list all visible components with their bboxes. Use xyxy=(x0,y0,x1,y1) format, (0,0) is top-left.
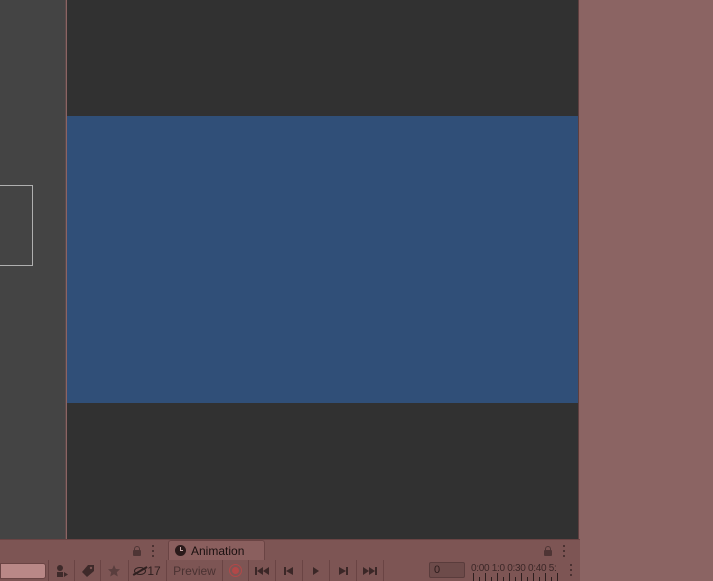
camera-view-rect xyxy=(67,116,578,403)
next-key-icon xyxy=(339,566,348,575)
selection-outline xyxy=(0,185,33,266)
search-input[interactable] xyxy=(0,563,46,579)
last-key-button[interactable] xyxy=(357,560,384,581)
bottom-toolbar: 17 Animation Preview 0 0:00 1:0 0:30 0:4… xyxy=(0,539,580,581)
last-key-icon xyxy=(363,566,377,575)
lock-icon[interactable] xyxy=(543,546,553,556)
prev-key-button[interactable] xyxy=(276,560,303,581)
tab-animation[interactable]: Animation xyxy=(168,540,265,560)
next-key-button[interactable] xyxy=(330,560,357,581)
first-key-button[interactable] xyxy=(249,560,276,581)
hidden-count-label: 17 xyxy=(147,563,161,578)
frame-input[interactable]: 0 xyxy=(429,562,465,578)
more-options-icon[interactable] xyxy=(569,564,573,576)
record-icon xyxy=(229,564,242,577)
prev-key-icon xyxy=(284,566,293,575)
timeline-ruler[interactable]: 0:00 1:0 0:30 0:40 5: xyxy=(471,560,567,581)
more-options-icon[interactable] xyxy=(562,545,566,557)
scene-visibility-icon[interactable] xyxy=(48,560,74,581)
hierarchy-header xyxy=(0,540,166,560)
star-icon[interactable] xyxy=(100,560,126,581)
more-options-icon[interactable] xyxy=(151,545,155,557)
clock-icon xyxy=(175,545,186,556)
play-icon xyxy=(313,566,319,575)
tag-icon[interactable] xyxy=(74,560,100,581)
preview-button[interactable]: Preview xyxy=(167,560,223,581)
tab-animation-label: Animation xyxy=(191,543,245,558)
lock-icon[interactable] xyxy=(132,546,142,556)
right-panel xyxy=(580,0,713,581)
scene-view[interactable] xyxy=(67,0,579,539)
first-key-icon xyxy=(255,566,269,575)
left-panel xyxy=(0,0,66,539)
hidden-objects-count[interactable]: 17 xyxy=(128,560,166,581)
play-button[interactable] xyxy=(303,560,330,581)
record-button[interactable] xyxy=(223,560,249,581)
animation-toolbar: Preview 0 0:00 1:0 0:30 0:40 5: xyxy=(166,560,580,581)
hidden-eye-icon xyxy=(134,566,147,575)
timeline-ticks xyxy=(471,573,567,581)
